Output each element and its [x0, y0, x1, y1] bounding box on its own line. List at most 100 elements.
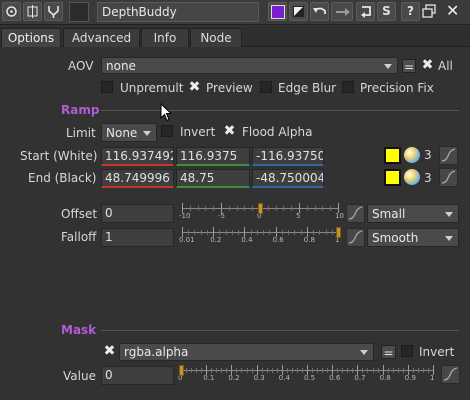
mask-slider-minor-tick	[392, 368, 394, 373]
start-g-field[interactable]: 116.9375	[176, 147, 250, 166]
curve-editor-icon[interactable]	[439, 168, 458, 187]
end-g-field[interactable]: 48.75	[176, 169, 250, 188]
offset-slider-minor-tick	[275, 206, 277, 211]
falloff-slider-track[interactable]	[182, 232, 338, 233]
offset-mode-dropdown[interactable]: Small	[367, 204, 459, 223]
close-icon[interactable]: ✕	[446, 3, 459, 19]
falloff-slider-minor-tick	[294, 230, 296, 235]
ramp-invert-label: Invert	[180, 125, 216, 139]
mask-channel-dropdown[interactable]: rgba.alpha	[119, 343, 374, 361]
help-icon[interactable]: ?	[401, 2, 420, 21]
mask-slider-minor-tick	[211, 368, 213, 373]
falloff-slider[interactable]: 0.01 0.2 0.4 0.6 0.8 1	[179, 226, 341, 248]
mask-value-slider[interactable]: 0 0.1 0.2 0.3 0.4 0.5 0.6 0.7 0.8 0.9 1	[178, 364, 436, 386]
mask-slider-minor-tick	[377, 368, 379, 373]
falloff-slider-handle[interactable]	[336, 227, 341, 238]
precision-fix-checkbox[interactable]	[342, 81, 354, 93]
mask-slider-minor-tick	[352, 368, 354, 373]
center-viewer-icon[interactable]	[2, 2, 21, 21]
start-channel-count[interactable]: 3	[424, 148, 432, 162]
falloff-slider-minor-tick	[188, 230, 190, 235]
mask-slider-minor-tick	[327, 368, 329, 373]
node-name-field[interactable]: DepthBuddy	[97, 2, 259, 22]
all-label: All	[438, 59, 453, 73]
falloff-slider-minor-tick	[238, 230, 240, 235]
falloff-slider-minor-tick	[281, 230, 283, 235]
all-checkbox[interactable]: ✖	[421, 58, 434, 72]
mask-slider-minor-tick	[251, 368, 253, 373]
chevron-down-icon	[360, 350, 368, 355]
undo-icon[interactable]	[310, 2, 329, 21]
mask-slider-minor-tick	[271, 368, 273, 373]
mask-slider-minor-tick	[296, 368, 298, 373]
falloff-mode-dropdown[interactable]: Smooth	[367, 228, 459, 247]
end-label: End (Black)	[28, 171, 97, 185]
aov-dropdown[interactable]: none	[101, 57, 398, 74]
unpremult-checkbox[interactable]	[101, 81, 113, 93]
end-r-field[interactable]: 48.749996	[101, 169, 174, 188]
flood-alpha-checkbox[interactable]: ✖	[223, 124, 236, 138]
offset-slider-minor-tick	[236, 206, 238, 211]
start-color-swatch[interactable]	[384, 147, 401, 164]
preview-checkbox[interactable]: ✖	[188, 80, 201, 94]
mask-slider-minor-tick	[196, 368, 198, 373]
ramp-divider	[101, 110, 459, 111]
mask-slider-minor-tick	[191, 368, 193, 373]
float-icon[interactable]	[422, 4, 436, 21]
mask-enable-checkbox[interactable]: ✖	[103, 344, 116, 358]
aov-equals-button[interactable]: =	[402, 59, 416, 74]
mask-slider-tick-label: 0.3	[253, 374, 265, 382]
offset-slider[interactable]: -10 -5 0 5 10	[179, 202, 344, 224]
falloff-slider-tick-label: 0.01	[179, 236, 195, 244]
tab-node[interactable]: Node	[190, 28, 242, 47]
curve-editor-icon[interactable]	[441, 365, 460, 384]
start-r-field[interactable]: 116.937492	[101, 147, 174, 166]
offset-slider-minor-tick	[291, 206, 293, 211]
tab-info[interactable]: Info	[141, 28, 189, 47]
falloff-slider-minor-tick	[288, 230, 290, 235]
mask-slider-minor-tick	[412, 368, 414, 373]
node-icon[interactable]	[44, 2, 63, 21]
offset-slider-minor-tick	[306, 206, 308, 211]
curve-editor-icon[interactable]	[346, 228, 365, 247]
offset-slider-minor-tick	[213, 206, 215, 211]
offset-slider-minor-tick	[197, 206, 199, 211]
tab-options[interactable]: Options	[1, 28, 61, 47]
mask-invert-checkbox[interactable]	[401, 345, 413, 357]
end-color-swatch[interactable]	[384, 169, 401, 186]
start-b-field[interactable]: -116.937508	[252, 147, 324, 166]
mask-slider-minor-tick	[301, 368, 303, 373]
color-wheel-icon[interactable]	[404, 147, 420, 163]
offset-slider-handle[interactable]	[258, 203, 263, 214]
falloff-field[interactable]: 1	[101, 228, 174, 247]
mask-slider-minor-tick	[417, 368, 419, 373]
color-swatch-icon[interactable]	[268, 2, 287, 21]
offset-slider-minor-tick	[189, 206, 191, 211]
cut-icon[interactable]	[23, 2, 42, 21]
mask-slider-tick-label: 0.4	[278, 374, 290, 382]
tab-advanced[interactable]: Advanced	[63, 28, 140, 47]
end-b-field[interactable]: -48.750004	[252, 169, 324, 188]
script-icon[interactable]: S	[377, 2, 396, 21]
mask-slider-handle[interactable]	[179, 365, 184, 376]
offset-field[interactable]: 0	[101, 204, 174, 223]
offset-slider-minor-tick	[314, 206, 316, 211]
flip-icon[interactable]	[289, 2, 308, 21]
revert-icon[interactable]	[356, 2, 375, 21]
end-channel-count[interactable]: 3	[424, 171, 432, 185]
limit-dropdown[interactable]: None	[101, 123, 157, 142]
falloff-slider-minor-tick	[206, 230, 208, 235]
color-wheel-icon[interactable]	[404, 169, 420, 185]
curve-editor-icon[interactable]	[346, 204, 365, 223]
falloff-slider-minor-tick	[331, 230, 333, 235]
ramp-invert-checkbox[interactable]	[161, 125, 173, 137]
offset-slider-minor-tick	[330, 206, 332, 211]
mask-slider-tick-label: 0.5	[304, 374, 316, 382]
edge-blur-checkbox[interactable]	[260, 81, 272, 93]
mask-equals-button[interactable]: =	[381, 345, 396, 360]
mask-slider-minor-tick	[367, 368, 369, 373]
redo-icon[interactable]	[331, 2, 353, 21]
mask-value-field[interactable]: 0	[101, 366, 174, 385]
falloff-slider-minor-tick	[219, 230, 221, 235]
curve-editor-icon[interactable]	[439, 146, 458, 165]
